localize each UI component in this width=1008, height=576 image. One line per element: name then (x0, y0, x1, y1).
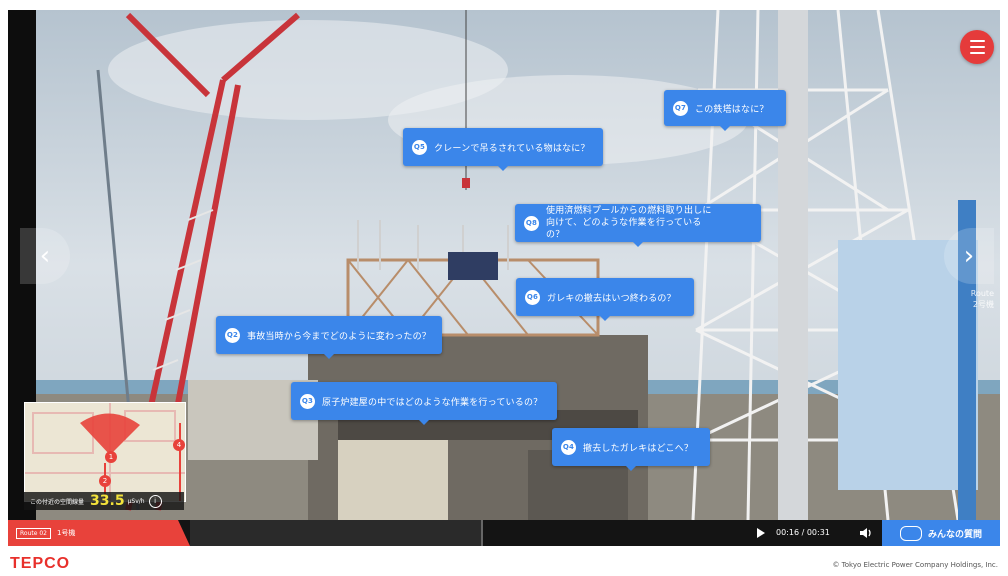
hotspot-pointer (324, 354, 334, 359)
question-hotspot-q2[interactable]: Q2 事故当時から今までどのように変わったの？ (216, 316, 442, 359)
question-number: Q3 (300, 393, 315, 409)
volume-button[interactable] (856, 520, 876, 546)
question-number: Q8 (524, 215, 539, 231)
minimap-marker: 4 (173, 439, 185, 451)
info-icon[interactable]: i (148, 494, 162, 508)
question-hotspot-q5[interactable]: Q5 クレーンで吊るされている物はなに？ (403, 128, 603, 171)
dose-value: 33.5 (90, 493, 125, 509)
hotspot-pointer (600, 316, 610, 321)
radiation-dose-readout: この付近の空間線量 33.5 μSv/h i (24, 492, 184, 510)
question-number: Q7 (673, 100, 688, 116)
seek-bar-played (190, 520, 482, 546)
question-hotspot-q8[interactable]: Q8 使用済燃料プールからの燃料取り出しに向けて、どのような作業を行っているの？ (515, 204, 761, 247)
hotspot-pointer (419, 420, 429, 425)
menu-button[interactable] (960, 30, 994, 64)
hotspot-pointer (720, 126, 730, 131)
question-number: Q5 (412, 139, 427, 155)
question-number: Q4 (561, 439, 576, 455)
question-text: 使用済燃料プールからの燃料取り出しに向けて、どのような作業を行っているの？ (546, 206, 712, 240)
everyone-questions-label: みんなの質問 (927, 529, 982, 540)
question-hotspot-q7[interactable]: Q7 この鉄塔はなに？ (664, 90, 786, 131)
chevron-left-icon: ‹ (39, 241, 51, 271)
playback-time: 00:16 / 00:31 (776, 528, 830, 537)
copyright-notice: © Tokyo Electric Power Company Holdings,… (832, 561, 998, 569)
minimap[interactable]: 1 2 4 (24, 402, 186, 502)
play-button[interactable] (752, 520, 770, 546)
chevron-right-icon: › (963, 241, 975, 271)
question-number: Q6 (525, 289, 540, 305)
tepco-logo[interactable]: TEPCO (10, 555, 70, 573)
next-route-button[interactable]: › (944, 228, 994, 284)
dose-unit: μSv/h (127, 497, 145, 505)
hamburger-menu-icon (969, 40, 985, 42)
minimap-marker: 1 (105, 451, 117, 463)
question-text: クレーンで吊るされている物はなに？ (434, 143, 590, 154)
question-number: Q2 (225, 327, 240, 343)
video-control-bar: Route 02 1号機 00:16 / 00:31 みんなの質問 (8, 520, 1000, 546)
question-text: 原子炉建屋の中ではどのような作業を行っているの？ (322, 397, 543, 408)
seek-bar[interactable] (190, 520, 750, 546)
route-name: 1号機 (56, 529, 76, 537)
question-text: ガレキの撤去はいつ終わるの？ (547, 293, 676, 304)
question-hotspot-q4[interactable]: Q4 撤去したガレキはどこへ？ (552, 428, 710, 471)
question-text: 撤去したガレキはどこへ？ (583, 443, 694, 454)
question-hotspot-q3[interactable]: Q3 原子炉建屋の中ではどのような作業を行っているの？ (291, 382, 557, 425)
hotspot-pointer (633, 242, 643, 247)
chat-bubble-icon (899, 525, 922, 541)
dose-label: この付近の空間線量 (30, 498, 85, 506)
question-hotspot-q6[interactable]: Q6 ガレキの撤去はいつ終わるの？ (516, 278, 694, 321)
question-text: 事故当時から今までどのように変わったの？ (247, 331, 432, 342)
speaker-icon (860, 528, 871, 538)
hotspot-pointer (498, 166, 508, 171)
route-badge: Route 02 (16, 527, 51, 539)
current-route-tag: Route 02 1号機 (8, 520, 190, 546)
hotspot-pointer (626, 466, 636, 471)
next-route-label: Route 2号機 (970, 289, 994, 309)
question-text: この鉄塔はなに？ (695, 104, 769, 115)
minimap-marker: 2 (99, 475, 111, 487)
seek-bar-position[interactable] (481, 520, 484, 546)
panorama-viewer[interactable]: Q7 この鉄塔はなに？ Q5 クレーンで吊るされている物はなに？ Q8 使用済燃… (8, 10, 1000, 520)
everyone-questions-button[interactable]: みんなの質問 (882, 520, 1000, 546)
